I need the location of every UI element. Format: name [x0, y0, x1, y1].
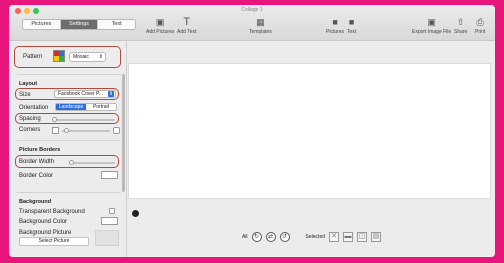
all-label: All: [241, 234, 248, 240]
border-color-label: Border Color: [19, 173, 54, 179]
templates-button[interactable]: ▦ Templates: [249, 17, 272, 35]
printer-icon: ⎙: [476, 17, 484, 27]
delete-selected-icon[interactable]: ✕: [329, 232, 340, 242]
layout-section-title: Layout: [19, 81, 38, 87]
lock-pictures-label: Pictures: [326, 29, 345, 35]
corners-label: Corners: [19, 127, 41, 133]
border-width-slider-knob[interactable]: [69, 160, 74, 165]
selected-label: Selected: [305, 234, 326, 240]
size-label: Size: [19, 92, 31, 98]
templates-icon: ▦: [256, 17, 265, 27]
corners-square-icon[interactable]: [52, 127, 59, 134]
divider: [17, 192, 121, 193]
share-button[interactable]: ⇧ Share: [454, 17, 467, 35]
orientation-control: Landscape Portrait: [55, 103, 117, 111]
add-text-label: Add Text: [177, 29, 197, 35]
size-select[interactable]: Facebook Cover P... ⇕: [54, 90, 116, 98]
shuffle-all-icon[interactable]: ⇄: [265, 232, 276, 242]
background-section-title: Background: [19, 199, 52, 205]
transparent-background-checkbox[interactable]: [109, 208, 115, 214]
settings-sidebar: Pattern Mosaic ⇕ Layout Size Facebook Co…: [9, 42, 127, 257]
add-pictures-label: Add Pictures: [146, 29, 175, 35]
transparent-background-label: Transparent Background: [19, 209, 85, 215]
toolbar: Collage 1 Pictures Settings Text ▣ Add P…: [9, 5, 495, 41]
border-width-slider[interactable]: [69, 162, 115, 164]
fit-all-icon[interactable]: ↺: [279, 232, 290, 242]
corners-slider-knob[interactable]: [64, 128, 69, 133]
share-label: Share: [454, 29, 468, 35]
chevron-updown-icon: ⇕: [108, 91, 114, 97]
export-image-button[interactable]: ▣ Export Image File: [412, 17, 451, 35]
export-label: Export Image File: [412, 29, 452, 35]
tab-settings[interactable]: Settings: [60, 20, 99, 29]
split-vertical-icon[interactable]: ◫: [357, 232, 368, 242]
sidebar-tab-control: Pictures Settings Text: [22, 19, 136, 30]
spacing-label: Spacing: [19, 116, 41, 122]
print-button[interactable]: ⎙ Print: [475, 17, 485, 35]
picture-borders-section-title: Picture Borders: [19, 147, 61, 153]
lock-pictures-button[interactable]: ■ Pictures: [326, 17, 344, 35]
pattern-label: Pattern: [23, 54, 43, 60]
border-width-label: Border Width: [19, 159, 55, 165]
export-image-icon: ▣: [427, 17, 436, 27]
share-icon: ⇧: [456, 17, 465, 27]
lock-icon: ■: [348, 17, 355, 27]
background-picture-label: Background Picture: [19, 230, 72, 236]
background-color-label: Background Color: [19, 219, 68, 225]
rotate-all-icon[interactable]: ↻: [251, 232, 262, 242]
zoom-icon[interactable]: [132, 210, 139, 217]
orientation-label: Orientation: [19, 105, 49, 111]
swap-selected-icon[interactable]: ▬: [343, 232, 354, 242]
add-pictures-button[interactable]: ▣ Add Pictures: [146, 17, 174, 35]
lock-text-label: Text: [347, 29, 357, 35]
window-title: Collage 1: [241, 7, 263, 13]
background-color-well[interactable]: [101, 217, 118, 225]
border-color-well[interactable]: [101, 171, 118, 179]
collage-area: All ↻ ⇄ ↺ Selected ✕ ▬ ◫ ▤: [128, 42, 495, 257]
size-value: Facebook Cover P...: [58, 91, 103, 97]
chevron-updown-icon: ⇕: [98, 54, 103, 60]
collage-canvas[interactable]: [128, 63, 491, 217]
corners-rounded-icon[interactable]: [113, 127, 120, 134]
orientation-landscape[interactable]: Landscape: [56, 104, 86, 110]
spacing-slider-knob[interactable]: [52, 117, 57, 122]
app-window: Collage 1 Pictures Settings Text ▣ Add P…: [9, 5, 495, 257]
spacing-slider[interactable]: [53, 119, 115, 121]
corners-slider[interactable]: [62, 130, 110, 132]
templates-label: Templates: [249, 29, 272, 35]
lock-text-button[interactable]: ■ Text: [347, 17, 356, 35]
tab-text[interactable]: Text: [98, 20, 135, 29]
pattern-value: Mosaic: [73, 54, 89, 60]
mosaic-pattern-icon[interactable]: [53, 50, 65, 62]
lock-icon: ■: [332, 17, 338, 27]
image-icon: ▣: [155, 17, 165, 27]
selection-toolbar: All ↻ ⇄ ↺ Selected ✕ ▬ ◫ ▤: [128, 217, 495, 257]
divider: [17, 74, 121, 75]
divider: [17, 140, 121, 141]
print-label: Print: [475, 29, 486, 35]
pattern-select[interactable]: Mosaic ⇕: [69, 52, 106, 62]
split-horizontal-icon[interactable]: ▤: [371, 232, 382, 242]
select-picture-button[interactable]: Select Picture: [19, 237, 89, 246]
background-picture-well[interactable]: [95, 230, 119, 246]
sidebar-scrollbar[interactable]: [122, 74, 125, 192]
orientation-portrait[interactable]: Portrait: [86, 104, 116, 110]
tab-pictures[interactable]: Pictures: [23, 20, 61, 29]
text-icon: T: [183, 16, 191, 28]
add-text-button[interactable]: T Add Text: [177, 16, 197, 36]
